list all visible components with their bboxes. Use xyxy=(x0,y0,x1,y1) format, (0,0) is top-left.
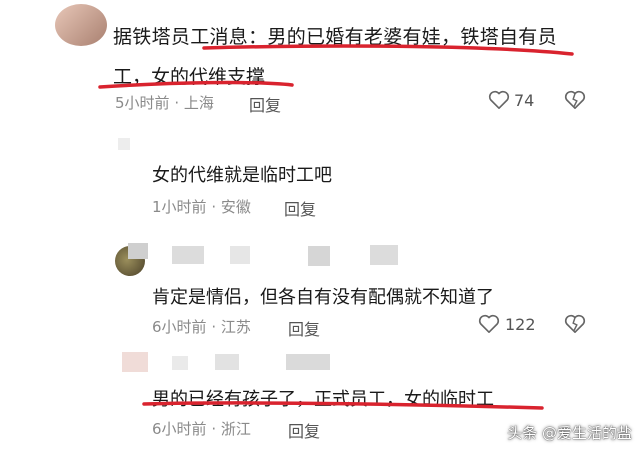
comment-time: 1小时前 xyxy=(152,198,207,216)
username-blurred xyxy=(172,246,204,264)
comment-time: 6小时前 xyxy=(152,420,207,438)
username-blurred xyxy=(128,243,148,259)
comment-meta: 5小时前 · 上海 xyxy=(115,92,214,113)
username-blurred xyxy=(172,356,188,370)
comment-location: 江苏 xyxy=(220,318,251,336)
heart-icon[interactable] xyxy=(488,90,510,110)
avatar[interactable] xyxy=(122,352,148,372)
reply-button[interactable]: 回复 xyxy=(284,196,316,220)
comment-text-line2: 工，女的代维支撑 xyxy=(113,66,266,88)
reply-button[interactable]: 回复 xyxy=(288,316,320,340)
comment-meta: 1小时前 · 安徽 xyxy=(152,196,251,217)
comment-location: 上海 xyxy=(183,94,214,112)
comment-text: 据铁塔员工消息：男的已婚有老婆有娃，铁塔自有员 xyxy=(113,26,557,48)
like-count: 74 xyxy=(514,91,535,110)
username-blurred xyxy=(230,246,250,264)
heart-icon[interactable] xyxy=(478,314,500,334)
broken-heart-icon[interactable] xyxy=(564,90,586,110)
username-blurred xyxy=(370,245,398,265)
separator: · xyxy=(211,318,217,336)
reply-button[interactable]: 回复 xyxy=(249,92,281,116)
comment-text: 肯定是情侣，但各自有没有配偶就不知道了 xyxy=(152,287,494,308)
username-blurred xyxy=(286,354,330,370)
separator: · xyxy=(211,420,217,438)
username-blurred xyxy=(215,354,239,370)
separator: · xyxy=(211,198,217,216)
comment-time: 5小时前 xyxy=(115,94,170,112)
like-count: 122 xyxy=(505,315,536,334)
comment-meta: 6小时前 · 江苏 xyxy=(152,316,251,337)
comment-time: 6小时前 xyxy=(152,318,207,336)
comment-location: 安徽 xyxy=(220,198,251,216)
comment-meta: 6小时前 · 浙江 xyxy=(152,418,251,439)
comment-text: 男的已经有孩子了，正式员工，女的临时工 xyxy=(152,389,494,410)
comment-location: 浙江 xyxy=(220,420,251,438)
watermark: 头条 @爱生活的盐 xyxy=(507,424,632,442)
avatar[interactable] xyxy=(118,138,130,150)
separator: · xyxy=(174,94,180,112)
username-blurred xyxy=(308,246,330,266)
comment-text: 女的代维就是临时工吧 xyxy=(152,165,332,186)
reply-button[interactable]: 回复 xyxy=(288,418,320,442)
broken-heart-icon[interactable] xyxy=(564,314,586,334)
avatar[interactable] xyxy=(55,4,107,46)
